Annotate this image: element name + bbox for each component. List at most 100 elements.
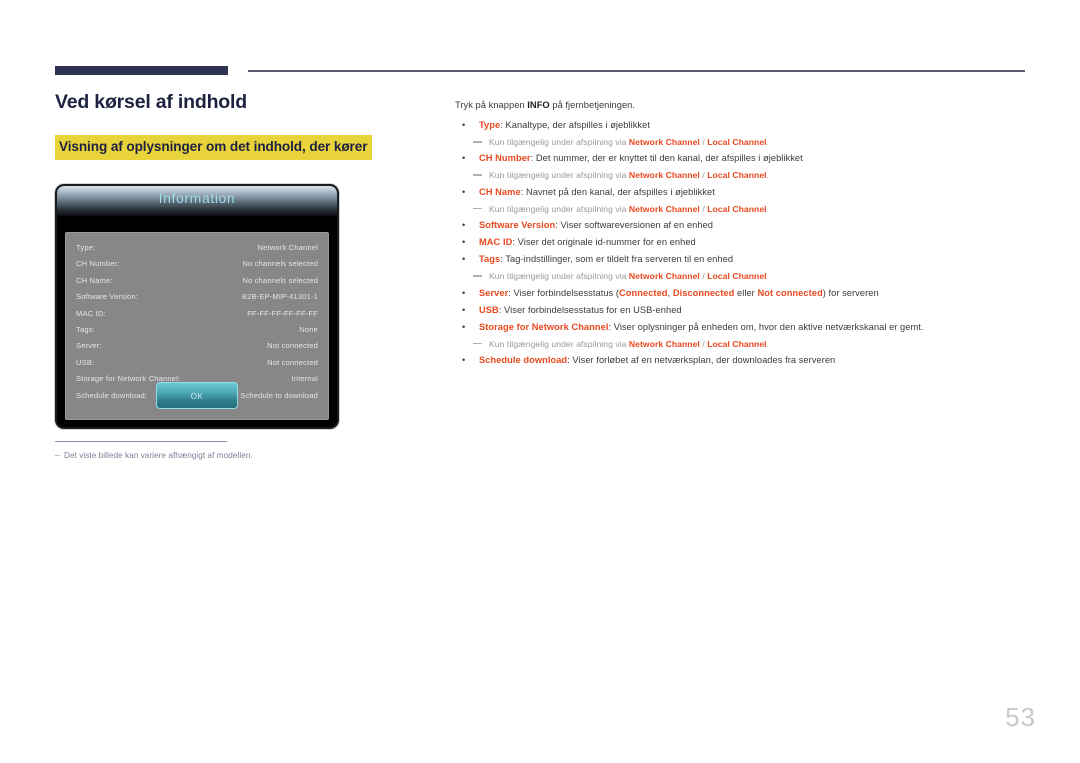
subnote-prefix: Kun tilgængelig under afspilning via	[489, 136, 629, 147]
bullet-item: • Tags: Tag-indstillinger, som er tildelt…	[455, 253, 1035, 266]
dialog-info-row: Software Version: B2B-EP-MIP-41301-1	[66, 289, 328, 305]
header-rule-thick	[55, 66, 228, 75]
header-rule	[55, 66, 1025, 76]
section-heading: Visning af oplysninger om det indhold, d…	[55, 135, 373, 161]
bullet-text: : Viser forløbet af en netværksplan, der…	[567, 354, 836, 365]
subnote-dash-icon	[473, 174, 482, 176]
subnote-end: .	[766, 136, 770, 147]
dialog-info-value: Network Channel	[257, 243, 318, 252]
bullet-status-disconnected: Disconnected	[672, 287, 735, 298]
bullet-term: Server	[479, 287, 509, 298]
bullet-status-connected: Connected	[619, 287, 668, 298]
footnote-rule	[55, 441, 227, 442]
subnote-network-channel: Network Channel	[628, 271, 700, 282]
bullet-term: Software Version	[479, 220, 556, 231]
subnote-end: .	[766, 203, 770, 214]
header-rule-thin	[248, 70, 1025, 72]
subnote-local-channel: Local Channel	[707, 136, 767, 147]
bullet-text: : Viser forbindelsesstatus (	[508, 287, 620, 298]
bullet-text-end: ) for serveren	[822, 287, 879, 298]
bullet-text: : Tag-indstillinger, som er tildelt fra …	[500, 254, 734, 265]
dialog-info-row: USB: Not connected	[66, 355, 328, 371]
subnote-local-channel: Local Channel	[707, 271, 767, 282]
page-number: 53	[1005, 702, 1036, 732]
bullet-term: CH Name	[479, 186, 521, 197]
information-dialog: Information Type: Network Channel CH Numbe…	[55, 184, 339, 429]
subnote-dash-icon	[473, 140, 482, 143]
footnote-dash-icon: –	[55, 451, 60, 460]
bullet-item: • Type: Kanaltype, der afspilles i øjebli…	[455, 119, 1035, 132]
bullet-term: Type	[479, 120, 501, 130]
subnote-prefix: Kun tilgængelig under afspilning via	[489, 271, 629, 282]
dialog-info-value: B2B-EP-MIP-41301-1	[241, 292, 318, 302]
bullet-dot-icon: •	[462, 287, 466, 298]
dialog-info-row: MAC ID: FF-FF-FF-FF-FF-FF	[66, 306, 328, 322]
page-title: Ved kørsel af indhold	[55, 91, 247, 113]
bullet-list: • Type: Kanaltype, der afspilles i øjebli…	[455, 119, 1035, 367]
bullet-status-not-connected: Not connected	[757, 287, 823, 298]
dialog-info-row: Tags: None	[66, 322, 328, 338]
dialog-info-label: CH Number:	[76, 259, 120, 269]
bullet-dot-icon: •	[462, 237, 466, 248]
subnote-network-channel: Network Channel	[628, 170, 700, 181]
dialog-info-label: Server:	[76, 341, 102, 351]
bullet-term: Tags	[479, 254, 501, 265]
bullet-dot-icon: •	[462, 153, 466, 164]
subnote-local-channel: Local Channel	[707, 203, 767, 214]
subnote-local-channel: Local Channel	[707, 170, 767, 181]
bullet-subnote: Kun tilgængelig under afspilning via Net…	[455, 270, 1035, 282]
subnote-local-channel: Local Channel	[707, 338, 767, 349]
dialog-info-value: None	[299, 324, 318, 334]
dialog-row-list: Type: Network Channel CH Number: No channel…	[66, 240, 328, 404]
dialog-info-label: MAC ID:	[76, 308, 106, 318]
bullet-text: : Det nummer, der er knyttet til den kan…	[530, 153, 803, 164]
footnote-row: – Det viste billede kan variere afhængig…	[55, 451, 355, 460]
right-column: Tryk på knappen INFO på fjernbetjeningen…	[455, 100, 1035, 371]
footnote: – Det viste billede kan variere afhængig…	[55, 441, 355, 460]
bullet-dot-icon: •	[462, 304, 466, 315]
bullet-text: : Kanaltype, der afspilles i øjeblikket	[500, 120, 650, 130]
bullet-text: : Navnet på den kanal, der afspilles i ø…	[520, 186, 715, 197]
dialog-titlebar: Information	[57, 186, 337, 216]
dialog-info-row: Server: Not connected	[66, 338, 328, 354]
dialog-info-row: Type: Network Channel	[66, 240, 328, 256]
intro-suffix: på fjernbetjeningen.	[549, 100, 636, 110]
dialog-title-underbar	[57, 216, 337, 226]
subnote-network-channel: Network Channel	[628, 338, 700, 349]
bullet-item: • CH Name: Navnet på den kanal, der afspi…	[455, 186, 1035, 199]
subnote-network-channel: Network Channel	[628, 203, 700, 214]
dialog-info-row: CH Name: No channels selected	[66, 273, 328, 289]
bullet-subnote: Kun tilgængelig under afspilning via Net…	[455, 136, 1035, 148]
bullet-term: MAC ID	[479, 237, 513, 248]
dialog-info-value: No channels selected	[242, 259, 318, 269]
subnote-prefix: Kun tilgængelig under afspilning via	[489, 338, 629, 349]
intro-prefix: Tryk på knappen	[455, 100, 528, 110]
subnote-prefix: Kun tilgængelig under afspilning via	[489, 203, 629, 214]
bullet-item: • USB: Viser forbindelsesstatus for en US…	[455, 304, 1035, 317]
bullet-item: • CH Number: Det nummer, der er knyttet t…	[455, 152, 1035, 165]
bullet-dot-icon: •	[462, 120, 466, 130]
bullet-text: : Viser forbindelsesstatus for en USB-en…	[498, 304, 682, 315]
left-column: Ved kørsel af indhold Visning af oplysni…	[55, 91, 425, 161]
bullet-dot-icon: •	[462, 220, 466, 231]
bullet-item: • Software Version: Viser softwareversion…	[455, 219, 1035, 232]
bullet-text-mid: eller	[734, 287, 758, 298]
dialog-info-label: CH Name:	[76, 275, 113, 285]
dialog-info-value: Not connected	[267, 341, 318, 351]
bullet-item: • Storage for Network Channel: Viser oply…	[455, 321, 1035, 334]
ok-button[interactable]: OK	[156, 382, 238, 409]
bullet-item: • Schedule download: Viser forløbet af en…	[455, 354, 1035, 367]
dialog-info-row: CH Number: No channels selected	[66, 256, 328, 272]
dialog-info-label: Type:	[76, 243, 96, 252]
bullet-subnote: Kun tilgængelig under afspilning via Net…	[455, 169, 1035, 181]
bullet-term: Schedule download	[479, 354, 568, 365]
subnote-prefix: Kun tilgængelig under afspilning via	[489, 170, 629, 181]
bullet-dot-icon: •	[462, 354, 466, 365]
dialog-info-label: Software Version:	[76, 292, 139, 302]
bullet-text: : Viser softwareversionen af en enhed	[555, 220, 713, 231]
bullet-item: • Server: Viser forbindelsesstatus (Conne…	[455, 287, 1035, 300]
dialog-info-value: FF-FF-FF-FF-FF-FF	[247, 308, 318, 318]
dialog-info-label: USB:	[76, 357, 95, 367]
dialog-info-label: Tags:	[76, 324, 95, 334]
footnote-text: Det viste billede kan variere afhængigt …	[64, 451, 253, 460]
